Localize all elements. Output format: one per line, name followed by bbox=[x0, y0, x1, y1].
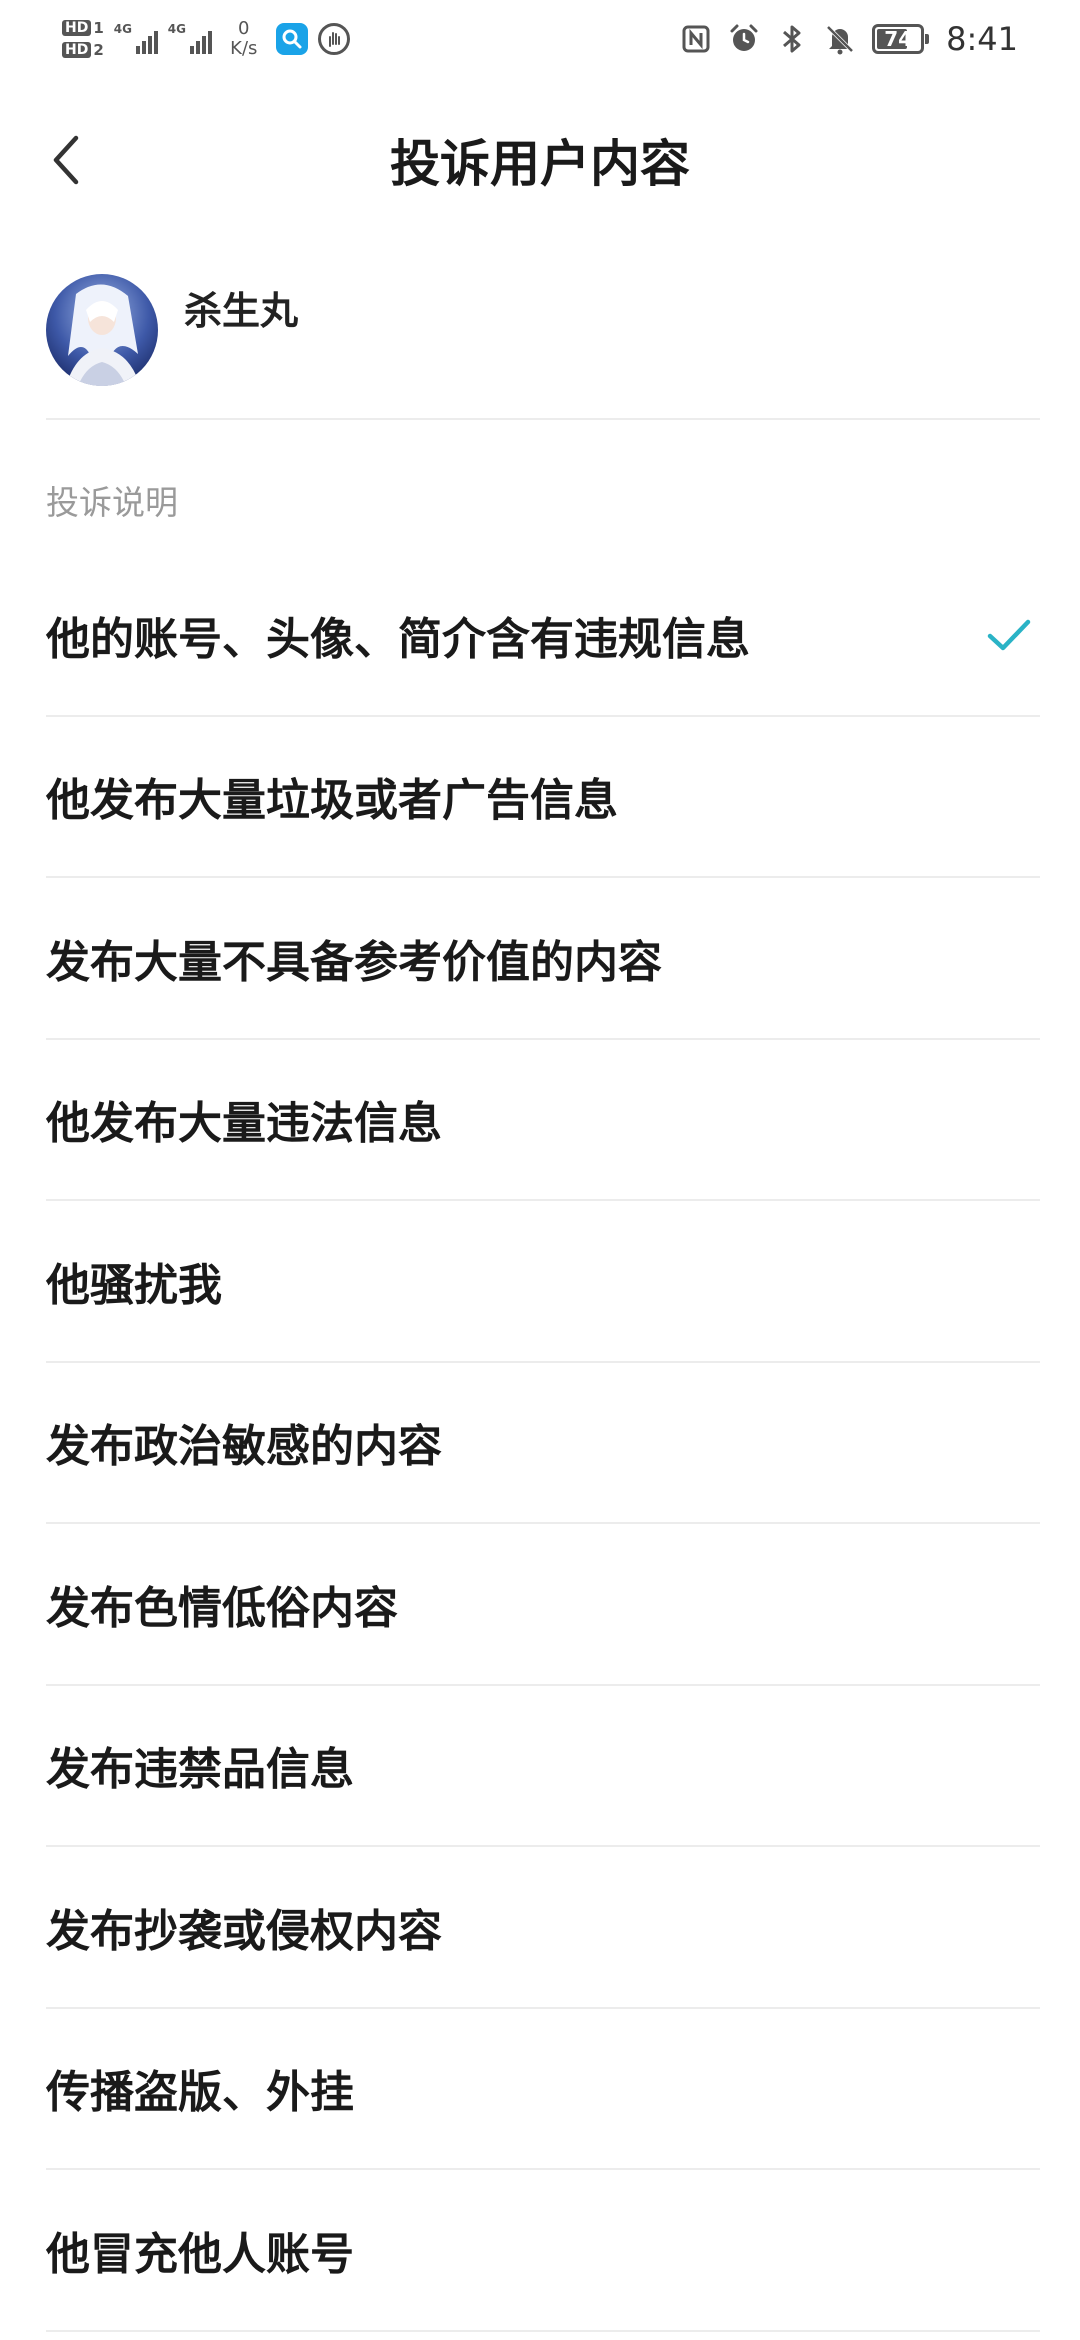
report-reason-option[interactable]: 他的账号、头像、简介含有违规信息 bbox=[46, 555, 1040, 717]
report-reason-option[interactable]: 发布违禁品信息 bbox=[46, 1686, 1040, 1847]
report-reason-label: 他发布大量违法信息 bbox=[46, 1098, 442, 1150]
clock: 8:41 bbox=[946, 20, 1018, 58]
header: 投诉用户内容 bbox=[0, 100, 1080, 220]
report-reason-label: 传播盗版、外挂 bbox=[46, 2067, 354, 2119]
report-reason-label: 发布抄袭或侵权内容 bbox=[46, 1905, 442, 1957]
report-reason-option[interactable]: 他发布大量违法信息 bbox=[46, 1040, 1040, 1201]
hand-app-icon bbox=[317, 23, 350, 55]
signal-strength-icon-2: 4G bbox=[168, 22, 212, 56]
sim2-hd-badge: HD 2 bbox=[62, 42, 104, 58]
network-speed: 0 K/s bbox=[230, 18, 258, 59]
status-bar-left: HD 1 HD 2 4G 4G 0 K/s bbox=[62, 8, 350, 70]
report-reason-option[interactable]: 发布大量不具备参考价值的内容 bbox=[46, 878, 1040, 1040]
section-label: 投诉说明 bbox=[46, 483, 178, 522]
signal-strength-icon: 4G bbox=[114, 22, 158, 56]
page-title: 投诉用户内容 bbox=[390, 135, 690, 193]
report-reason-label: 发布政治敏感的内容 bbox=[46, 1421, 442, 1473]
status-bar: HD 1 HD 2 4G 4G 0 K/s 74 8:41 bbox=[0, 0, 1080, 78]
report-reason-option[interactable]: 他骚扰我 bbox=[46, 1201, 1040, 1363]
user-name: 杀生丸 bbox=[184, 289, 299, 333]
report-reason-option[interactable]: 传播盗版、外挂 bbox=[46, 2009, 1040, 2170]
report-reason-label: 发布违禁品信息 bbox=[46, 1744, 354, 1796]
report-reason-option[interactable]: 发布色情低俗内容 bbox=[46, 1524, 1040, 1686]
nfc-icon bbox=[680, 23, 712, 55]
report-reason-label: 发布色情低俗内容 bbox=[46, 1582, 398, 1634]
status-bar-right: 74 8:41 bbox=[680, 12, 1018, 66]
reported-user: 杀生丸 bbox=[46, 270, 1040, 420]
report-reason-label: 他的账号、头像、简介含有违规信息 bbox=[46, 613, 750, 665]
report-reason-label: 他发布大量垃圾或者广告信息 bbox=[46, 775, 618, 827]
checkmark-icon bbox=[987, 619, 1031, 650]
report-reason-label: 发布大量不具备参考价值的内容 bbox=[46, 936, 662, 988]
report-reason-list: 他的账号、头像、简介含有违规信息 他发布大量垃圾或者广告信息 发布大量不具备参考价值… bbox=[46, 555, 1040, 2332]
report-reason-option[interactable]: 他冒充他人账号 bbox=[46, 2170, 1040, 2332]
report-reason-label: 他冒充他人账号 bbox=[46, 2228, 354, 2280]
report-reason-option[interactable]: 他发布大量垃圾或者广告信息 bbox=[46, 717, 1040, 878]
sim1-hd-badge: HD 1 bbox=[62, 20, 104, 36]
alarm-icon bbox=[728, 23, 760, 55]
search-app-icon bbox=[275, 23, 308, 55]
report-reason-option[interactable]: 发布抄袭或侵权内容 bbox=[46, 1847, 1040, 2009]
sim-indicators: HD 1 HD 2 bbox=[62, 20, 104, 58]
report-reason-label: 他骚扰我 bbox=[46, 1259, 222, 1311]
report-reason-option[interactable]: 发布政治敏感的内容 bbox=[46, 1363, 1040, 1524]
bluetooth-icon bbox=[776, 23, 808, 55]
avatar bbox=[46, 274, 158, 386]
mute-bell-icon bbox=[824, 23, 856, 55]
battery-icon: 74 bbox=[872, 24, 930, 54]
